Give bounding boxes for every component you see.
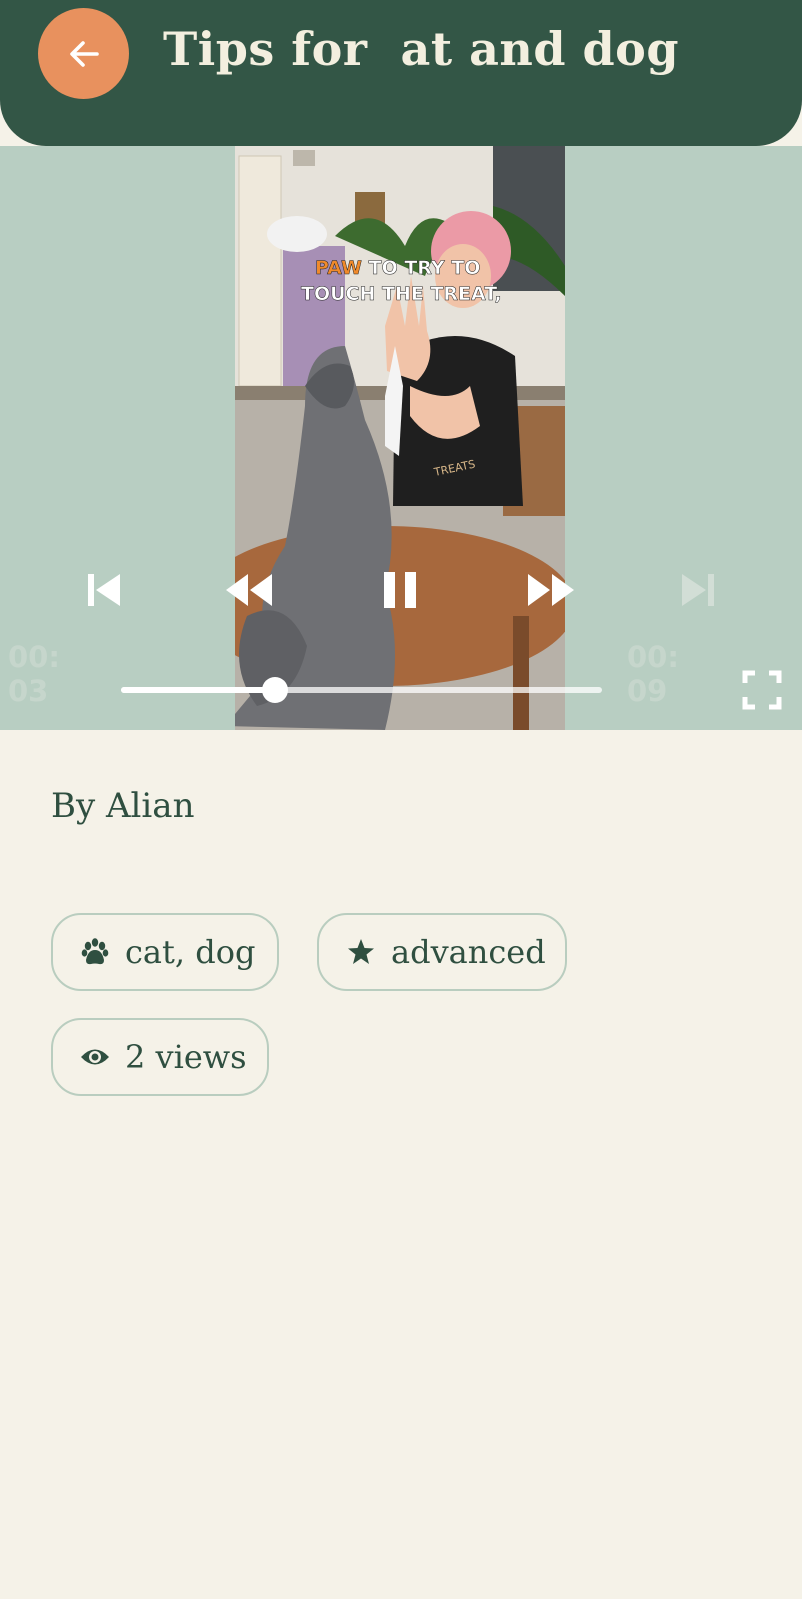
author-label: By Alian	[51, 786, 195, 826]
app-header: Tips for at and dog	[0, 0, 802, 146]
arrow-left-icon	[69, 40, 99, 67]
current-time: 00:03	[8, 640, 60, 708]
seek-progress	[121, 687, 275, 693]
back-button[interactable]	[38, 8, 129, 99]
caption-line-1: TO TRY TO	[362, 257, 480, 279]
video-thumbnail: TREATS PAW TO TRY TO TOUCH THE TREAT,	[235, 146, 565, 730]
skip-previous-button[interactable]	[84, 570, 124, 610]
rewind-button[interactable]	[222, 570, 276, 610]
caption-line-2: TOUCH THE TREAT,	[301, 283, 502, 305]
chip-label: advanced	[391, 933, 546, 971]
svg-text:PAW TO TRY TO: PAW TO TRY TO	[315, 257, 480, 279]
chip-difficulty[interactable]: advanced	[317, 913, 567, 991]
chip-label: cat, dog	[125, 933, 256, 971]
paw-icon	[79, 936, 111, 968]
chip-pet-types[interactable]: cat, dog	[51, 913, 279, 991]
skip-previous-icon	[88, 574, 120, 606]
pause-button[interactable]	[380, 570, 420, 610]
skip-next-icon	[682, 574, 714, 606]
chip-views[interactable]: 2 views	[51, 1018, 269, 1096]
fullscreen-button[interactable]	[742, 670, 782, 710]
seek-thumb[interactable]	[261, 677, 288, 703]
rewind-icon	[226, 574, 272, 606]
seek-bar[interactable]	[121, 677, 602, 703]
fast-forward-icon	[528, 574, 574, 606]
video-player[interactable]: TREATS PAW TO TRY TO TOUCH THE TREAT, 00…	[0, 146, 802, 730]
caption-highlight: PAW	[315, 257, 362, 279]
pause-icon	[384, 572, 416, 608]
fast-forward-button[interactable]	[524, 570, 578, 610]
page-title: Tips for at and dog	[163, 22, 680, 76]
star-icon	[345, 936, 377, 968]
video-frame[interactable]: TREATS PAW TO TRY TO TOUCH THE TREAT,	[235, 146, 565, 730]
fullscreen-icon	[742, 670, 782, 710]
eye-icon	[79, 1041, 111, 1073]
total-time: 00:09	[627, 640, 679, 708]
skip-next-button[interactable]	[678, 570, 718, 610]
chip-label: 2 views	[125, 1038, 247, 1076]
